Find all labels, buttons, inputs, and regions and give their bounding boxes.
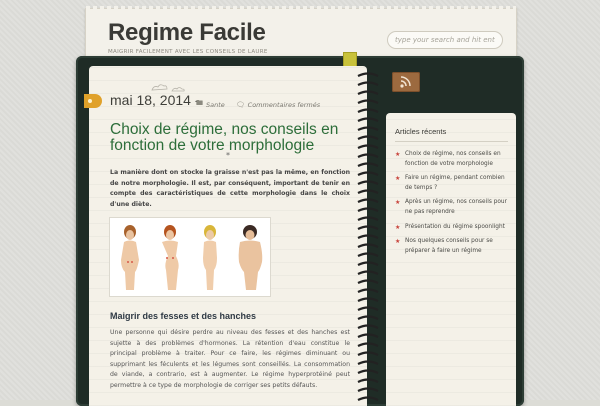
- spiral-ring: [357, 360, 379, 365]
- recent-post-item[interactable]: ★ Présentation du régime spoonlight: [395, 223, 510, 233]
- recent-post-link[interactable]: Faire un régime, pendant combien de temp…: [405, 175, 505, 191]
- spiral-ring: [357, 216, 379, 221]
- spiral-ring: [357, 270, 379, 275]
- spiral-ring: [357, 162, 379, 167]
- spiral-ring: [357, 279, 379, 284]
- recent-post-link[interactable]: Nos quelques conseils pour se préparer à…: [405, 238, 493, 254]
- spiral-ring: [357, 342, 379, 347]
- spiral-ring: [357, 117, 379, 122]
- recent-post-link[interactable]: Après un régime, nos conseils pour ne pa…: [405, 199, 507, 215]
- spiral-ring: [357, 243, 379, 248]
- recent-post-item[interactable]: ★ Après un régime, nos conseils pour ne p…: [395, 198, 510, 217]
- spiral-ring: [357, 378, 379, 383]
- star-icon: ★: [395, 223, 401, 231]
- spiral-ring: [357, 333, 379, 338]
- spiral-ring: [357, 99, 379, 104]
- spiral-ring: [357, 198, 379, 203]
- spiral-binding: [357, 72, 379, 401]
- site-tagline: MAIGRIR FACILEMENT AVEC LES CONSEILS DE …: [108, 49, 268, 55]
- star-icon: ★: [395, 238, 401, 246]
- spiral-ring: [357, 288, 379, 293]
- folder-icon: 🖿: [196, 99, 203, 107]
- comment-icon: 🗨: [235, 100, 245, 109]
- morphology-image: [109, 217, 271, 297]
- date-tab-marker: [84, 94, 102, 108]
- recent-posts-title: Articles récents: [395, 127, 447, 136]
- spiral-ring: [357, 306, 379, 311]
- spiral-ring: [357, 234, 379, 239]
- spiral-ring: [357, 387, 379, 392]
- spiral-ring: [357, 144, 379, 149]
- site-header: Regime Facile MAIGRIR FACILEMENT AVEC LE…: [85, 6, 517, 62]
- recent-post-link[interactable]: Présentation du régime spoonlight: [405, 224, 505, 230]
- post-comments-status: Commentaires fermés: [247, 100, 321, 109]
- spiral-ring: [357, 171, 379, 176]
- post-title[interactable]: Choix de régime, nos conseils en fonctio…: [110, 122, 350, 154]
- recent-post-link[interactable]: Choix de régime, nos conseils en fonctio…: [405, 151, 501, 167]
- widget-divider: [395, 141, 508, 142]
- star-icon: ★: [395, 151, 401, 158]
- spiral-ring: [357, 153, 379, 158]
- spiral-ring: [357, 207, 379, 212]
- recent-post-item[interactable]: ★ Faire un régime, pendant combien de tem…: [395, 174, 510, 193]
- spiral-ring: [357, 351, 379, 356]
- spiral-ring: [357, 81, 379, 86]
- spiral-ring: [357, 189, 379, 194]
- post-date: mai 18, 2014 -: [110, 92, 200, 108]
- spiral-ring: [357, 324, 379, 329]
- star-icon: ★: [395, 175, 401, 183]
- spiral-ring: [357, 315, 379, 320]
- spiral-ring: [357, 225, 379, 230]
- spiral-ring: [357, 297, 379, 302]
- spiral-ring: [357, 108, 379, 113]
- post-body: Une personne qui désire perdre au niveau…: [110, 329, 350, 389]
- post-category-link[interactable]: Sante: [206, 101, 225, 109]
- search-input[interactable]: [388, 33, 495, 47]
- body-shapes-illustration: [121, 225, 263, 290]
- search-box[interactable]: [387, 31, 503, 49]
- spiral-ring: [357, 180, 379, 185]
- spiral-ring: [357, 135, 379, 140]
- recent-posts-list: ★ Choix de régime, nos conseils en foncti…: [395, 150, 510, 261]
- title-separator: *: [226, 151, 230, 160]
- post-meta: 🖿 Sante 🗨 Commentaires fermés: [196, 99, 320, 110]
- spiral-ring: [357, 261, 379, 266]
- section-heading: Maigrir des fesses et des hanches: [110, 311, 257, 321]
- spiral-ring: [357, 369, 379, 374]
- recent-post-item[interactable]: ★ Choix de régime, nos conseils en foncti…: [395, 150, 510, 169]
- post-intro: La manière dont on stocke la graisse n'e…: [110, 169, 350, 208]
- recent-post-item[interactable]: ★ Nos quelques conseils pour se préparer …: [395, 237, 510, 256]
- star-icon: ★: [395, 199, 401, 207]
- site-title[interactable]: Regime Facile: [108, 19, 266, 47]
- spiral-ring: [357, 252, 379, 257]
- rss-icon[interactable]: [392, 72, 420, 92]
- spiral-ring: [357, 90, 379, 95]
- spiral-ring: [357, 126, 379, 131]
- spiral-ring: [357, 72, 379, 77]
